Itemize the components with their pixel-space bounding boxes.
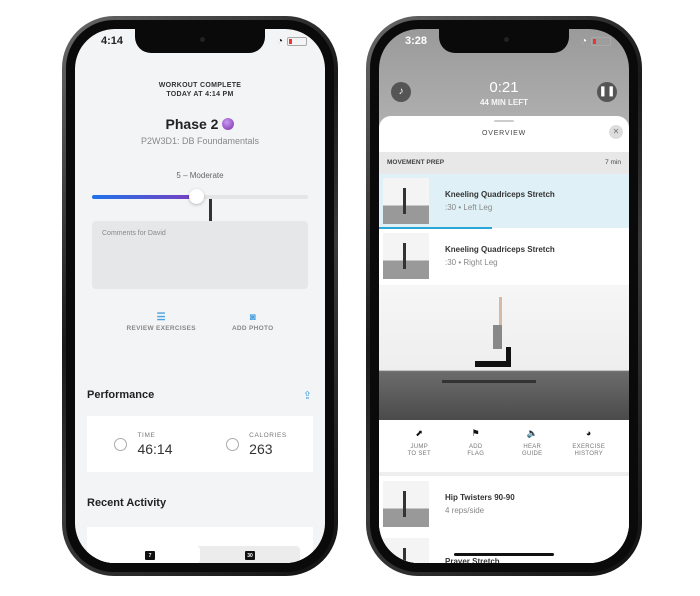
exercise-row[interactable]: Hip Twisters 90-90 4 reps/side	[379, 477, 629, 531]
list-icon: ☰	[156, 312, 166, 323]
exercise-detail: :30 • Right Leg	[445, 258, 498, 267]
stat-label: TIME	[137, 431, 156, 439]
exercise-detail: 4 reps/side	[445, 506, 485, 515]
range-segmented-control[interactable]: 7 30	[100, 546, 300, 563]
home-indicator[interactable]	[454, 553, 554, 556]
section-header: MOVEMENT PREP 7 min	[379, 152, 629, 174]
stat-value: 263	[249, 440, 273, 457]
divider	[379, 472, 629, 476]
workout-summary-screen: 4:14 ◔ WORKOUT COMPLETE TODAY AT 4:14 PM…	[75, 29, 325, 563]
exercise-thumbnail	[383, 481, 429, 527]
sheet-grabber[interactable]	[494, 120, 514, 122]
workout-timer: 0:21 44 MIN LEFT	[379, 79, 629, 107]
slider-thumb[interactable]	[188, 189, 212, 225]
status-bar: 4:14 ◔	[75, 35, 325, 51]
flame-icon	[226, 437, 240, 451]
tool-label: ADD	[468, 444, 483, 450]
workout-player-screen: 3:28 ◔ ♪ ❚❚ 0:21 44 MIN LEFT OVERVIEW ✕ …	[379, 29, 629, 563]
status-time: 4:14	[101, 35, 124, 47]
phone-right: 3:28 ◔ ♪ ❚❚ 0:21 44 MIN LEFT OVERVIEW ✕ …	[366, 16, 642, 576]
status-time: 3:28	[405, 35, 428, 47]
exercise-name: Prayer Stretch	[445, 556, 500, 564]
jump-icon: ⬈	[415, 428, 424, 438]
time-left: 44 MIN LEFT	[479, 98, 528, 107]
section-duration: 7 min	[605, 159, 621, 166]
flag-icon: ⚑	[471, 428, 480, 438]
header-line1: WORKOUT COMPLETE	[158, 82, 242, 89]
add-flag-button[interactable]: ⚑ ADD FLAG	[456, 428, 496, 466]
exercise-row[interactable]: Kneeling Quadriceps Stretch :30 • Right L…	[379, 229, 629, 283]
exercise-tools: ⬈ JUMP TO SET ⚑ ADD FLAG 🔈 HEAR GUIDE ◕ EXERCIS…	[379, 422, 629, 474]
exercise-name: Kneeling Quadriceps Stretch	[445, 245, 555, 254]
section-title: MOVEMENT PREP	[387, 159, 445, 166]
segment-7-days[interactable]: 7	[100, 546, 200, 563]
effort-label: 5 – Moderate	[176, 171, 224, 180]
exercise-video[interactable]	[379, 285, 629, 420]
header-line2: TODAY AT 4:14 PM	[166, 91, 234, 98]
add-photo-button[interactable]: ◙ ADD PHOTO	[232, 311, 274, 332]
exercise-thumbnail	[383, 233, 429, 279]
segment-30-days[interactable]: 30	[200, 546, 300, 563]
jump-to-set-button[interactable]: ⬈ JUMP TO SET	[399, 428, 439, 466]
comments-input[interactable]: Comments for David	[92, 221, 308, 289]
exercise-mat	[442, 380, 536, 383]
status-bar: 3:28 ◔	[379, 35, 629, 51]
exercise-thumbnail	[383, 538, 429, 563]
phone-left: 4:14 ◔ WORKOUT COMPLETE TODAY AT 4:14 PM…	[62, 16, 338, 576]
tool-label: JUMP	[410, 444, 429, 450]
performance-stats: TIME 46:14 CALORIES 263	[87, 416, 313, 472]
sheet-title: OVERVIEW	[481, 130, 526, 137]
exercise-row[interactable]: Prayer Stretch	[379, 534, 629, 563]
tool-label: TO SET	[407, 451, 431, 457]
share-icon[interactable]: ⇪	[303, 389, 312, 402]
stat-time: TIME 46:14	[87, 416, 200, 472]
wifi-icon: ◔	[276, 36, 283, 47]
stat-label: CALORIES	[249, 431, 287, 439]
calendar-icon: 30	[245, 550, 255, 560]
wifi-icon: ◔	[580, 36, 587, 47]
stat-calories: CALORIES 263	[200, 416, 313, 472]
exercise-row[interactable]: Kneeling Quadriceps Stretch :30 • Left Le…	[379, 174, 629, 228]
tool-label: FLAG	[467, 451, 485, 457]
tool-label: GUIDE	[521, 451, 543, 457]
tool-label: HISTORY	[574, 451, 604, 457]
stopwatch-icon	[114, 437, 128, 451]
battery-icon	[591, 37, 611, 46]
add-photo-label: ADD PHOTO	[231, 325, 274, 332]
camera-icon: ◙	[249, 312, 256, 323]
exercise-name: Kneeling Quadriceps Stretch	[445, 190, 555, 199]
review-exercises-button[interactable]: ☰ REVIEW EXERCISES	[126, 311, 195, 332]
review-exercises-label: REVIEW EXERCISES	[126, 325, 196, 332]
exercise-detail: :30 • Left Leg	[445, 203, 493, 212]
workout-complete-header: WORKOUT COMPLETE TODAY AT 4:14 PM	[75, 81, 325, 99]
timer-value: 0:21	[489, 79, 519, 96]
tool-label: HEAR	[523, 444, 542, 450]
phase-title: Phase 2	[75, 116, 325, 132]
calendar-icon: 7	[145, 550, 155, 560]
battery-icon	[287, 37, 307, 46]
crystal-ball-icon	[222, 118, 235, 130]
history-icon: ◕	[585, 428, 592, 438]
exercise-name: Hip Twisters 90-90	[445, 493, 515, 502]
overview-sheet: OVERVIEW ✕ MOVEMENT PREP 7 min Kneeling Q…	[379, 116, 629, 563]
tool-label: EXERCISE	[572, 444, 606, 450]
effort-slider[interactable]	[92, 189, 308, 225]
stat-value: 46:14	[137, 440, 173, 457]
exercise-thumbnail	[383, 178, 429, 224]
athlete-figure	[475, 297, 511, 387]
speaker-icon: 🔈	[526, 428, 538, 438]
recent-activity-title: Recent Activity	[87, 497, 167, 509]
performance-title: Performance	[87, 389, 155, 401]
close-icon[interactable]: ✕	[609, 125, 623, 139]
workout-subtitle: P2W3D1: DB Foundamentals	[140, 136, 260, 146]
exercise-history-button[interactable]: ◕ EXERCISE HISTORY	[569, 428, 609, 466]
hear-guide-button[interactable]: 🔈 HEAR GUIDE	[512, 428, 552, 466]
phase-title-text: Phase 2	[165, 116, 219, 132]
slider-fill	[92, 195, 196, 199]
